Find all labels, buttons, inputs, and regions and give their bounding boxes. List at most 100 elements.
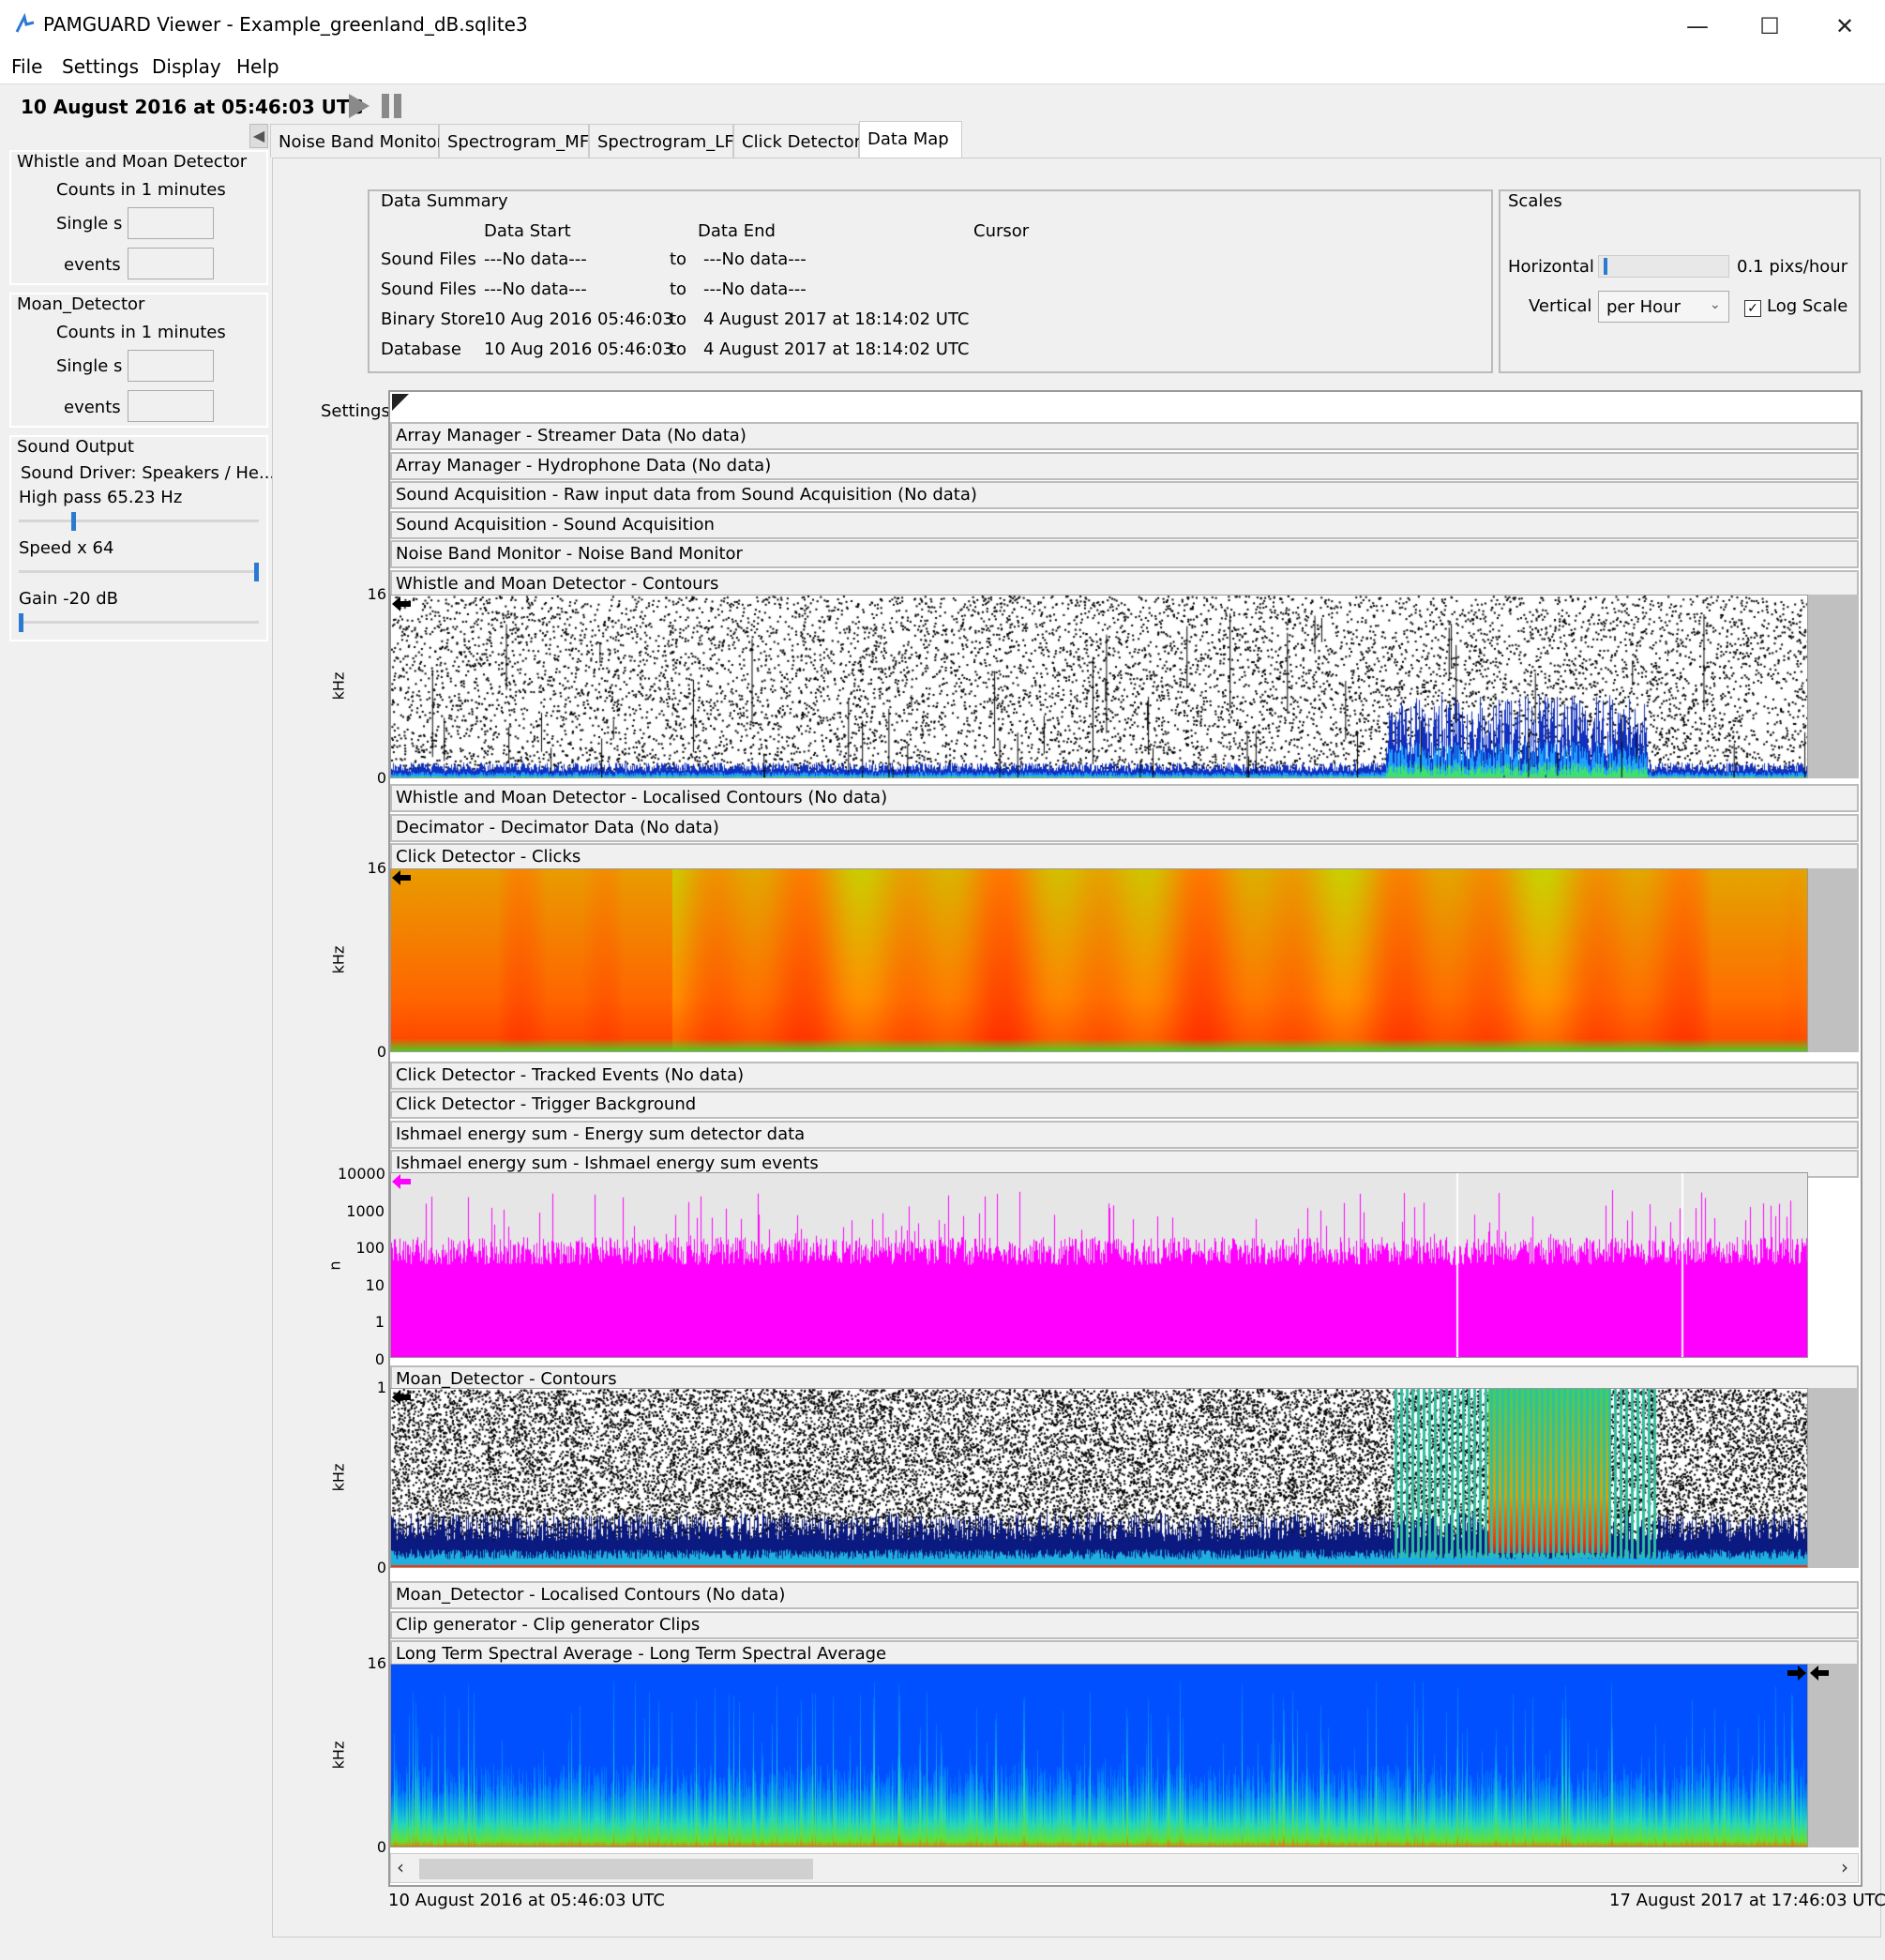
clicks-axis-top-tick: 16 [367, 859, 386, 877]
datamap-strip[interactable]: Click Detector - Trigger Background [390, 1091, 1859, 1119]
log-scale-label: Log Scale [1767, 296, 1848, 316]
datamap-strip[interactable]: Array Manager - Streamer Data (No data) [390, 422, 1859, 450]
log-scale-checkbox[interactable]: ✓ [1744, 300, 1761, 317]
summary-row-name: Sound Files [381, 249, 476, 269]
pause-icon[interactable] [379, 92, 405, 120]
menu-help[interactable]: Help [236, 55, 279, 78]
datamap-strip[interactable]: Noise Band Monitor - Noise Band Monitor [390, 540, 1859, 568]
minimize-button[interactable]: — [1665, 8, 1730, 45]
datamap-strip[interactable]: Ishmael energy sum - Energy sum detector… [390, 1121, 1859, 1149]
highpass-slider-thumb[interactable] [71, 512, 77, 531]
ltsa-plot [390, 1664, 1808, 1847]
wmd-contours-canvas [391, 596, 1807, 777]
ltsa-axis-bottom-tick: 0 [376, 1838, 386, 1856]
ltsa-arrows-icon[interactable] [1786, 1666, 1831, 1681]
speed-slider[interactable] [19, 570, 259, 573]
close-button[interactable]: ✕ [1812, 8, 1877, 45]
tab-click-detector[interactable]: Click Detector [733, 124, 861, 158]
menu-display[interactable]: Display [152, 55, 221, 78]
moan-axis-bottom-tick: 0 [376, 1559, 386, 1576]
datamap-strip[interactable]: Decimator - Decimator Data (No data) [390, 814, 1859, 842]
vertical-scale-value: per Hour [1606, 297, 1681, 317]
tab-spectrogram-mf[interactable]: Spectrogram_MF [439, 124, 589, 158]
wmd-title: Whistle and Moan Detector [17, 152, 248, 172]
highpass-label: High pass 65.23 Hz [19, 488, 183, 507]
datamap-strip[interactable]: Sound Acquisition - Raw input data from … [390, 481, 1859, 509]
summary-row-name: Database [381, 339, 461, 359]
moan-single-field [128, 350, 214, 382]
highpass-slider[interactable] [19, 520, 259, 522]
data-summary-title: Data Summary [381, 191, 508, 211]
clicks-axis-bottom-tick: 0 [376, 1043, 386, 1061]
settings-corner-icon[interactable] [392, 394, 409, 411]
scrollbar-thumb[interactable] [419, 1859, 813, 1879]
scroll-left-icon[interactable]: ‹ [397, 1856, 404, 1878]
clicks-unused-area [1808, 868, 1859, 1052]
vertical-label: Vertical [1529, 296, 1592, 316]
summary-row-start: ---No data--- [484, 249, 587, 269]
ishmael-events-canvas [391, 1173, 1807, 1357]
summary-row-start: ---No data--- [484, 279, 587, 299]
moan-contours-plot [390, 1388, 1808, 1568]
gain-slider-thumb[interactable] [19, 613, 23, 632]
scales-box: Scales Horizontal 0.1 pixs/hour Vertical… [1499, 189, 1861, 373]
vertical-scale-select[interactable]: per Hour ⌄ [1598, 291, 1729, 323]
horizontal-scale-thumb[interactable] [1603, 258, 1607, 275]
datamap-strip[interactable]: Whistle and Moan Detector - Localised Co… [390, 784, 1859, 812]
timeline-scrollbar[interactable]: ‹ › [390, 1853, 1859, 1883]
horizontal-scale-slider[interactable] [1598, 255, 1729, 278]
menu-settings[interactable]: Settings [62, 55, 139, 78]
tab-spectrogram-lf[interactable]: Spectrogram_LF [589, 124, 734, 158]
pamguard-logo-icon [15, 13, 35, 33]
ishmael-axis-unit: n [325, 1260, 344, 1271]
summary-row-end: 4 August 2017 at 18:14:02 UTC [703, 309, 970, 329]
menu-bar: File Settings Display Help [0, 53, 1885, 84]
datamap-strip[interactable]: Sound Acquisition - Sound Acquisition [390, 511, 1859, 539]
datamap-strip[interactable]: Click Detector - Tracked Events (No data… [390, 1062, 1859, 1090]
summary-row-end: ---No data--- [703, 249, 807, 269]
collapse-left-panel-button[interactable]: ◀ [249, 124, 268, 148]
ishmael-arrow-icon[interactable] [392, 1174, 413, 1189]
moan-events-field [128, 390, 214, 422]
datamap-strip[interactable]: Array Manager - Hydrophone Data (No data… [390, 452, 1859, 480]
summary-row-to: to [670, 339, 687, 359]
horizontal-label: Horizontal [1508, 257, 1594, 277]
data-summary-box: Data Summary Data Start Data End Cursor … [368, 189, 1493, 373]
gain-slider[interactable] [19, 621, 259, 624]
sound-driver-label: Sound Driver: Speakers / He... [21, 463, 276, 483]
datamap-strip[interactable]: Click Detector - Clicks [390, 843, 1859, 871]
speed-slider-thumb[interactable] [254, 563, 259, 581]
moan-arrow-icon[interactable] [392, 1390, 413, 1405]
wmd-unused-area [1808, 595, 1859, 778]
moan-unused-area [1808, 1388, 1859, 1568]
summary-row-end: 4 August 2017 at 18:14:02 UTC [703, 339, 970, 359]
wmd-arrow-icon[interactable] [392, 596, 413, 611]
wmd-events-field [128, 248, 214, 279]
moan-title: Moan_Detector [17, 294, 145, 314]
settings-label[interactable]: Settings [321, 401, 390, 421]
moan-counts-label: Counts in 1 minutes [56, 323, 226, 342]
play-icon[interactable] [345, 92, 371, 120]
maximize-button[interactable]: ☐ [1737, 8, 1802, 45]
ishmael-axis-tick: 10 [365, 1275, 385, 1294]
clicks-arrow-icon[interactable] [392, 870, 413, 885]
wmd-axis-bottom-tick: 0 [376, 769, 386, 787]
datamap-strip[interactable]: Moan_Detector - Localised Contours (No d… [390, 1581, 1859, 1609]
datamap-strip[interactable]: Clip generator - Clip generator Clips [390, 1611, 1859, 1639]
moan-axis-top-tick: 1 [376, 1379, 386, 1396]
ltsa-axis-top-tick: 16 [367, 1654, 386, 1672]
ishmael-axis-tick: 10000 [338, 1165, 385, 1183]
ishmael-axis-tick: 1000 [346, 1201, 385, 1220]
tab-noise-band-monitor[interactable]: Noise Band Monitor [270, 124, 444, 158]
summary-row-to: to [670, 309, 687, 329]
horizontal-scale-value: 0.1 pixs/hour [1737, 257, 1848, 277]
menu-file[interactable]: File [11, 55, 42, 78]
cursor-header: Cursor [973, 221, 1030, 241]
tab-data-map[interactable]: Data Map [859, 121, 962, 158]
gain-label: Gain -20 dB [19, 589, 119, 609]
scroll-right-icon[interactable]: › [1841, 1856, 1848, 1878]
ishmael-axis-tick: 1 [374, 1313, 385, 1331]
wmd-single-field [128, 207, 214, 239]
wmd-axis-top-tick: 16 [367, 585, 386, 603]
scales-title: Scales [1508, 191, 1562, 211]
